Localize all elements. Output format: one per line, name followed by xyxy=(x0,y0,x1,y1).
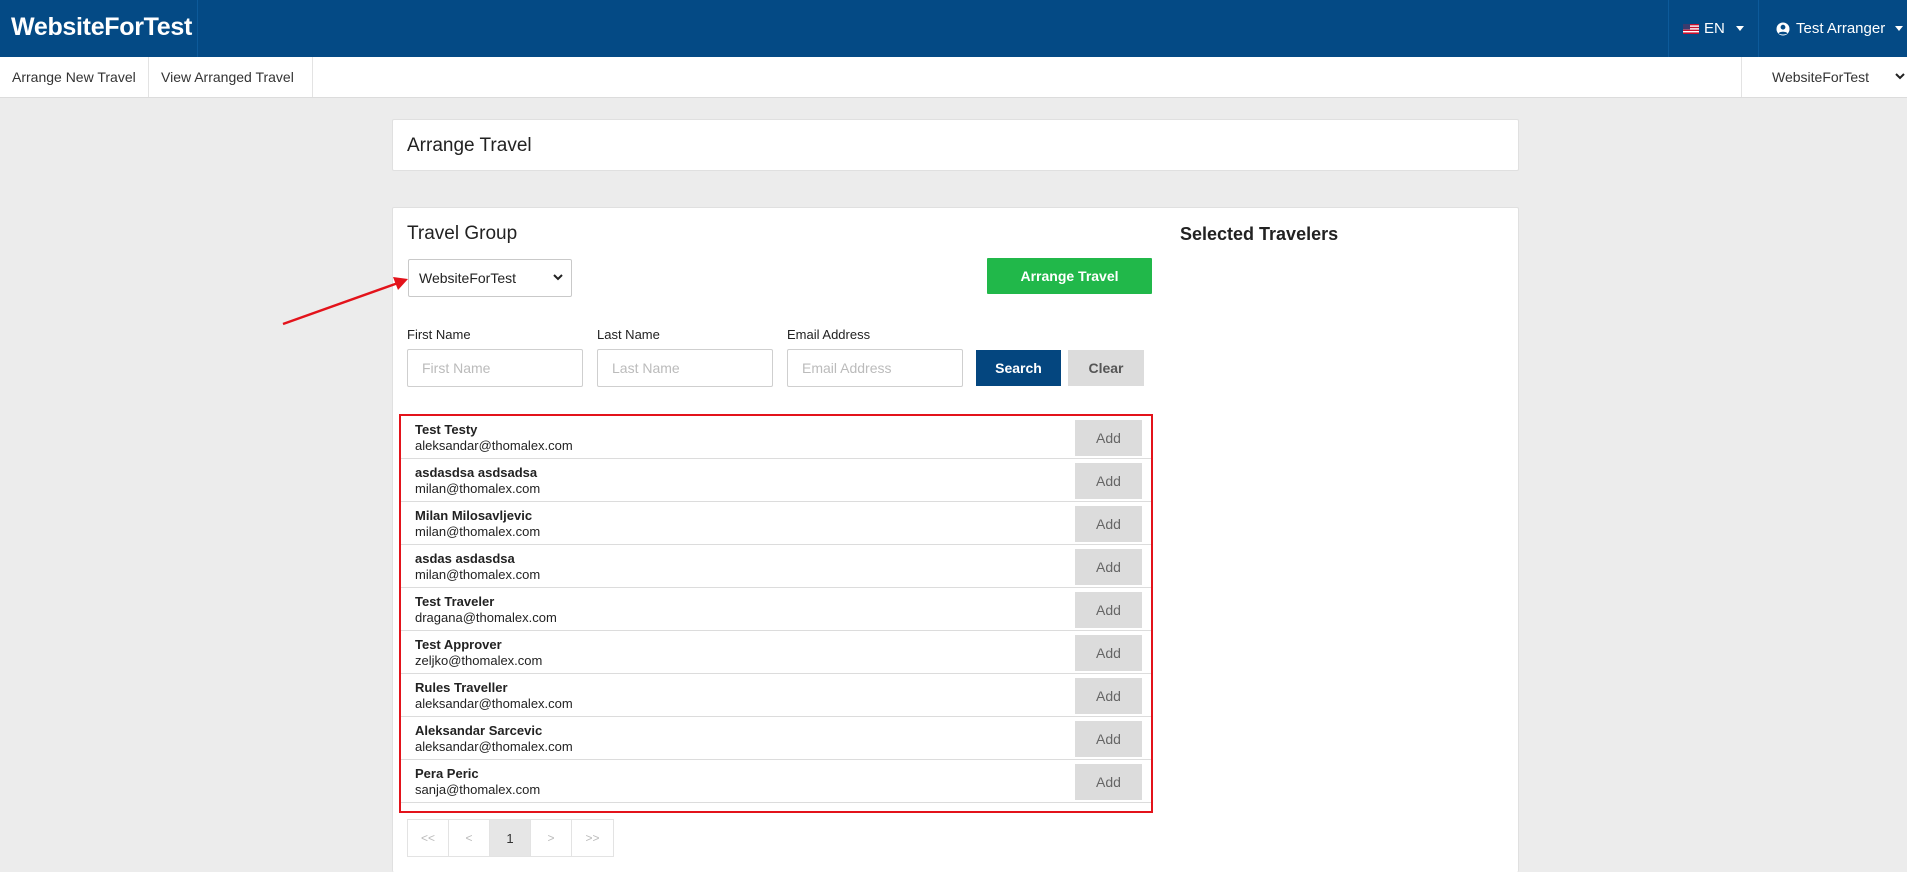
traveler-name: asdasdsa asdsadsa xyxy=(415,465,538,480)
first-name-input[interactable]: First Name xyxy=(407,349,583,387)
last-name-label: Last Name xyxy=(597,327,660,342)
language-selector[interactable]: EN xyxy=(1668,0,1759,57)
travel-group-heading: Travel Group xyxy=(407,223,518,244)
pagination-next[interactable]: > xyxy=(531,820,572,856)
arrange-travel-card: Travel Group Selected Travelers WebsiteF… xyxy=(392,207,1519,872)
pagination: << < 1 > >> xyxy=(407,819,614,857)
chevron-down-icon xyxy=(1895,73,1905,80)
last-name-input[interactable]: Last Name xyxy=(597,349,773,387)
traveler-name: Test Testy xyxy=(415,422,478,437)
chevron-down-icon xyxy=(1735,26,1744,31)
pagination-first[interactable]: << xyxy=(408,820,449,856)
email-input[interactable]: Email Address xyxy=(787,349,963,387)
add-traveler-button[interactable]: Add xyxy=(1075,721,1142,757)
traveler-row: Test Traveler dragana@thomalex.com Add xyxy=(401,588,1151,631)
traveler-email: aleksandar@thomalex.com xyxy=(415,696,573,711)
language-label: EN xyxy=(1704,20,1725,37)
traveler-email: sanja@thomalex.com xyxy=(415,782,541,797)
add-traveler-button[interactable]: Add xyxy=(1075,764,1142,800)
traveler-name: Rules Traveller xyxy=(415,680,508,695)
brand-logo[interactable]: WebsiteForTest xyxy=(0,0,198,57)
traveler-name: Milan Milosavljevic xyxy=(415,508,533,523)
traveler-row: asdas asdasdsa milan@thomalex.com Add xyxy=(401,545,1151,588)
add-traveler-button[interactable]: Add xyxy=(1075,506,1142,542)
chevron-down-icon xyxy=(553,274,563,281)
nav-view-arranged-travel[interactable]: View Arranged Travel xyxy=(149,57,313,97)
traveler-email: dragana@thomalex.com xyxy=(415,610,557,625)
pagination-current-page[interactable]: 1 xyxy=(490,820,531,856)
traveler-row: Rules Traveller aleksandar@thomalex.com … xyxy=(401,674,1151,717)
sub-navigation: Arrange New Travel View Arranged Travel … xyxy=(0,57,1907,98)
travel-group-select-value: WebsiteForTest xyxy=(419,270,516,286)
nav-arrange-new-travel[interactable]: Arrange New Travel xyxy=(0,57,149,97)
selected-travelers-heading: Selected Travelers xyxy=(1180,224,1339,244)
first-name-label: First Name xyxy=(407,327,471,342)
add-traveler-button[interactable]: Add xyxy=(1075,463,1142,499)
traveler-row: Pera Peric sanja@thomalex.com Add xyxy=(401,760,1151,803)
add-traveler-button[interactable]: Add xyxy=(1075,678,1142,714)
top-header: WebsiteForTest EN Test Arranger xyxy=(0,0,1907,57)
traveler-row: Test Approver zeljko@thomalex.com Add xyxy=(401,631,1151,674)
add-traveler-button[interactable]: Add xyxy=(1075,635,1142,671)
traveler-name: Test Approver xyxy=(415,637,502,652)
add-traveler-button[interactable]: Add xyxy=(1075,592,1142,628)
traveler-email: zeljko@thomalex.com xyxy=(415,653,543,668)
traveler-name: Aleksandar Sarcevic xyxy=(415,723,543,738)
traveler-email: milan@thomalex.com xyxy=(415,524,541,539)
page-title-card: Arrange Travel xyxy=(392,119,1519,171)
search-button[interactable]: Search xyxy=(976,350,1061,386)
add-traveler-button[interactable]: Add xyxy=(1075,549,1142,585)
traveler-name: Test Traveler xyxy=(415,594,495,609)
organization-selector-value: WebsiteForTest xyxy=(1772,69,1869,85)
clear-button[interactable]: Clear xyxy=(1068,350,1144,386)
user-name: Test Arranger xyxy=(1796,20,1886,37)
traveler-email: milan@thomalex.com xyxy=(415,567,541,582)
traveler-row: asdasdsa asdsadsa milan@thomalex.com Add xyxy=(401,459,1151,502)
traveler-row: Aleksandar Sarcevic aleksandar@thomalex.… xyxy=(401,717,1151,760)
arrange-travel-button[interactable]: Arrange Travel xyxy=(987,258,1152,294)
pagination-prev[interactable]: < xyxy=(449,820,490,856)
add-traveler-button[interactable]: Add xyxy=(1075,420,1142,456)
traveler-name: Pera Peric xyxy=(415,766,479,781)
user-circle-icon xyxy=(1776,22,1790,35)
traveler-email: aleksandar@thomalex.com xyxy=(415,438,573,453)
traveler-name: asdas asdasdsa xyxy=(415,551,515,566)
travelers-list: Test Testy aleksandar@thomalex.com Add a… xyxy=(399,414,1153,813)
traveler-email: milan@thomalex.com xyxy=(415,481,541,496)
page-title: Arrange Travel xyxy=(407,135,532,156)
chevron-down-icon xyxy=(1895,26,1904,31)
pagination-last[interactable]: >> xyxy=(572,820,613,856)
travel-group-select[interactable]: WebsiteForTest xyxy=(408,259,572,297)
organization-selector[interactable]: WebsiteForTest xyxy=(1741,57,1907,97)
traveler-email: aleksandar@thomalex.com xyxy=(415,739,573,754)
traveler-row: Milan Milosavljevic milan@thomalex.com A… xyxy=(401,502,1151,545)
us-flag-icon xyxy=(1683,23,1699,34)
user-menu[interactable]: Test Arranger xyxy=(1760,0,1907,57)
email-label: Email Address xyxy=(787,327,871,342)
traveler-row: Test Testy aleksandar@thomalex.com Add xyxy=(401,416,1151,459)
